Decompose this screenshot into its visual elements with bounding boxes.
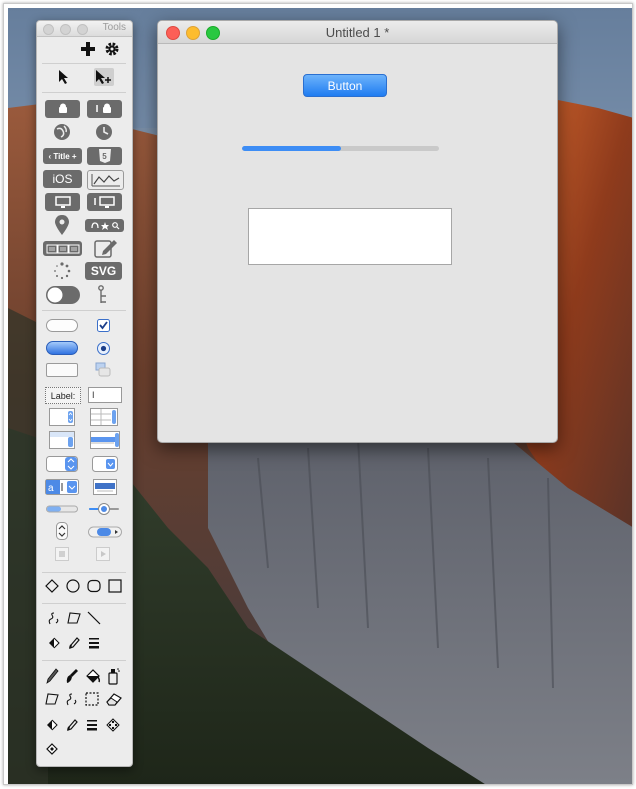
line-weight-icon[interactable] bbox=[86, 635, 102, 651]
eraser-icon[interactable] bbox=[105, 691, 123, 707]
line-shape-icon[interactable] bbox=[86, 610, 102, 626]
toggle-switch-icon[interactable] bbox=[45, 285, 81, 305]
svg-widget-icon[interactable]: SVG bbox=[85, 262, 122, 280]
navigation-title-widget[interactable]: ‹ Title + bbox=[43, 148, 82, 164]
tools-close-button[interactable] bbox=[43, 24, 54, 35]
html5-icon[interactable]: 5 bbox=[87, 147, 122, 165]
progress-bar-fill bbox=[242, 146, 341, 151]
map-pin-icon[interactable] bbox=[54, 215, 70, 235]
lasso-polygon-icon[interactable] bbox=[44, 691, 60, 707]
separator bbox=[42, 63, 126, 64]
html5-label: 5 bbox=[102, 151, 107, 161]
oval-shape-icon[interactable] bbox=[65, 578, 81, 594]
move-pointer-icon[interactable] bbox=[94, 68, 114, 86]
plus-icon: + bbox=[71, 151, 77, 161]
clock-icon[interactable] bbox=[94, 122, 114, 142]
table-tool[interactable] bbox=[90, 431, 120, 449]
scrollbar-tool[interactable] bbox=[88, 525, 122, 539]
checkbox-tool[interactable] bbox=[96, 318, 111, 333]
textfield-cursor: I bbox=[95, 103, 99, 115]
brush-size-icon[interactable] bbox=[84, 717, 100, 733]
tree-hierarchy-icon[interactable] bbox=[95, 284, 111, 306]
android-button-icon[interactable] bbox=[45, 100, 80, 118]
screen-widget-icon[interactable] bbox=[45, 193, 80, 211]
separator bbox=[42, 310, 126, 311]
brush-icon[interactable] bbox=[64, 667, 80, 685]
document-window[interactable]: Untitled 1 * Button bbox=[157, 20, 558, 443]
pulldown-menu-tool[interactable] bbox=[92, 455, 118, 472]
ios-widget[interactable]: iOS bbox=[43, 170, 82, 188]
window-title: Untitled 1 * bbox=[325, 25, 390, 40]
add-icon[interactable] bbox=[80, 41, 96, 57]
date-picker-tool[interactable] bbox=[49, 431, 75, 449]
tools-minimize-button[interactable] bbox=[60, 24, 71, 35]
textfield-cursor: I bbox=[93, 196, 97, 208]
bevel-button-tool[interactable] bbox=[94, 360, 114, 378]
pattern-icon[interactable] bbox=[105, 717, 121, 733]
rounded-rectangle-shape-icon[interactable] bbox=[86, 578, 102, 594]
gear-icon[interactable] bbox=[104, 41, 120, 57]
radio-button-tool[interactable] bbox=[96, 341, 111, 356]
tab-bar-widget-icon[interactable] bbox=[85, 219, 124, 232]
combo-box-tool[interactable]: a bbox=[45, 478, 79, 495]
text-area[interactable] bbox=[248, 208, 452, 265]
diamond-fill-icon[interactable] bbox=[44, 741, 60, 757]
pencil-icon[interactable] bbox=[44, 667, 60, 685]
slider-tool[interactable] bbox=[88, 501, 120, 516]
label-tool[interactable]: Label: bbox=[45, 387, 81, 404]
shape-pen-icon[interactable] bbox=[66, 635, 82, 651]
list-box-tool[interactable] bbox=[90, 408, 118, 426]
progress-bar bbox=[242, 146, 439, 151]
pen-icon[interactable] bbox=[64, 717, 80, 733]
lasso-icon[interactable] bbox=[64, 691, 80, 707]
ios-label: iOS bbox=[52, 172, 73, 186]
tools-zoom-button[interactable] bbox=[77, 24, 88, 35]
text-field-tool[interactable]: I bbox=[88, 387, 122, 403]
stepper-tool[interactable] bbox=[55, 521, 69, 541]
separator bbox=[42, 92, 126, 93]
globe-icon[interactable] bbox=[52, 122, 72, 142]
level-indicator-tool[interactable] bbox=[45, 501, 79, 516]
arrow-pointer-icon[interactable] bbox=[55, 68, 73, 86]
text-field-cursor: I bbox=[92, 390, 95, 400]
marquee-select-icon[interactable] bbox=[84, 691, 100, 707]
label-tool-text: Label: bbox=[50, 390, 76, 401]
fill-bucket-icon[interactable] bbox=[44, 717, 60, 733]
tools-window[interactable]: Tools I ‹ Title + 5 iOS I SVG Label: I a bbox=[36, 20, 133, 767]
segmented-control-icon[interactable] bbox=[43, 241, 82, 256]
spinner-icon[interactable] bbox=[52, 261, 72, 281]
window-titlebar[interactable]: Untitled 1 * bbox=[158, 21, 557, 44]
separator bbox=[42, 572, 126, 573]
movie-player-tool[interactable] bbox=[95, 546, 111, 562]
separator bbox=[42, 603, 126, 604]
svg-text:a: a bbox=[48, 483, 54, 494]
spray-can-icon[interactable] bbox=[105, 666, 121, 686]
shape-fill-bucket-icon[interactable] bbox=[46, 635, 62, 651]
left-chevron-icon: ‹ bbox=[48, 151, 52, 161]
chart-widget-icon[interactable] bbox=[87, 170, 124, 190]
search-field-tool[interactable] bbox=[92, 478, 118, 495]
default-button-tool[interactable] bbox=[45, 340, 79, 355]
number-field-stepper-tool[interactable] bbox=[49, 408, 75, 426]
paint-bucket-icon[interactable] bbox=[84, 667, 102, 685]
rounded-button-tool[interactable] bbox=[45, 318, 79, 333]
push-button[interactable]: Button bbox=[303, 74, 387, 97]
title-widget-label: Title bbox=[53, 151, 70, 161]
svg-label: SVG bbox=[90, 264, 117, 278]
image-well-tool[interactable] bbox=[54, 546, 70, 562]
polygon-shape-icon[interactable] bbox=[66, 610, 82, 626]
separator bbox=[42, 660, 126, 661]
square-button-tool[interactable] bbox=[45, 362, 79, 378]
rectangle-shape-icon[interactable] bbox=[107, 578, 123, 594]
screen-textfield-icon[interactable]: I bbox=[87, 193, 122, 211]
android-textfield-icon[interactable]: I bbox=[87, 100, 122, 118]
popup-menu-tool[interactable] bbox=[45, 455, 79, 472]
tools-titlebar[interactable]: Tools bbox=[37, 21, 132, 37]
tools-window-title: Tools bbox=[102, 22, 126, 33]
pencil-edit-icon[interactable] bbox=[93, 237, 119, 259]
freehand-shape-icon[interactable] bbox=[46, 610, 62, 626]
diamond-shape-icon[interactable] bbox=[44, 578, 60, 594]
